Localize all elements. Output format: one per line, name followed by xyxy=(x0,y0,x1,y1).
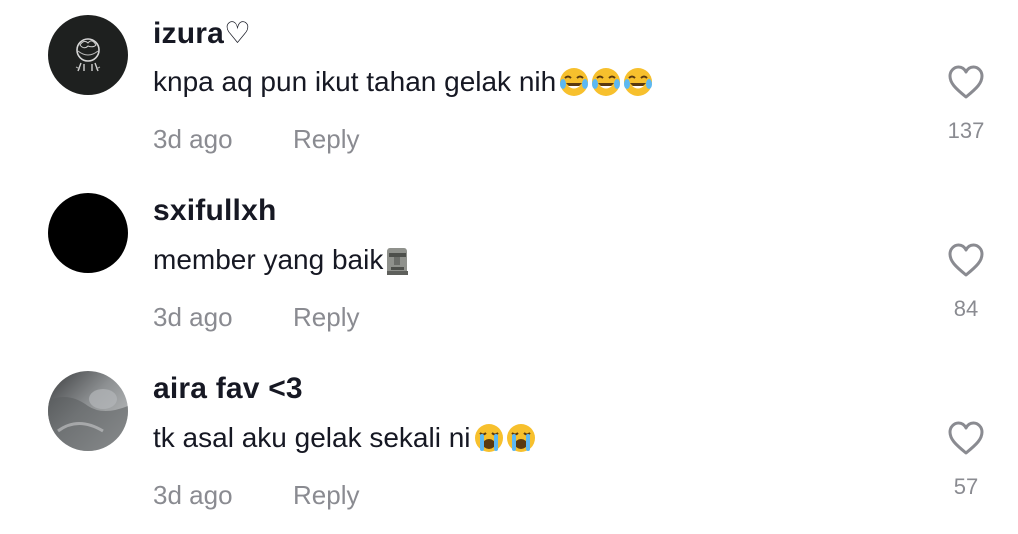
comment-text-body: member yang baik xyxy=(153,244,384,275)
comment-text: tk asal aku gelak sekali ni xyxy=(153,422,537,454)
comment-timestamp: 3d ago xyxy=(153,124,233,154)
comment-username[interactable]: aira fav <3 xyxy=(153,372,303,406)
comment-username[interactable]: sxifullxh xyxy=(153,194,277,228)
comment-meta: 3d ago Reply xyxy=(153,480,359,511)
comment-meta: 3d ago Reply xyxy=(153,302,359,333)
like-control: 84 xyxy=(928,242,1004,322)
reply-button[interactable]: Reply xyxy=(293,124,359,155)
avatar-image-dark-sketch xyxy=(48,15,128,95)
moai-icon xyxy=(387,248,409,275)
emoji-group xyxy=(558,66,654,98)
avatar[interactable] xyxy=(48,15,128,95)
like-count: 137 xyxy=(947,118,985,143)
comment-text: knpa aq pun ikut tahan gelak nih xyxy=(153,66,654,98)
like-control: 57 xyxy=(928,420,1004,500)
comment-item: aira fav <3 tk asal aku gelak sekali ni … xyxy=(0,356,1018,534)
comment-meta: 3d ago Reply xyxy=(153,124,359,155)
heart-outline-icon[interactable] xyxy=(947,420,985,456)
comment-text: member yang baik xyxy=(153,244,411,276)
emoji-group xyxy=(385,244,411,276)
like-control: 137 xyxy=(928,64,1004,144)
comment-timestamp: 3d ago xyxy=(153,302,233,332)
comment-item: sxifullxh member yang baik 3d ago Reply … xyxy=(0,178,1018,356)
like-count: 57 xyxy=(953,474,979,499)
comment-text-body: tk asal aku gelak sekali ni xyxy=(153,422,471,453)
heart-outline-icon[interactable] xyxy=(947,242,985,278)
loudly-crying-face-icon xyxy=(506,424,535,452)
face-with-tears-of-joy-icon xyxy=(592,68,621,96)
comment-username[interactable]: izura♡ xyxy=(153,16,251,51)
like-count: 84 xyxy=(953,296,979,321)
comment-text-body: knpa aq pun ikut tahan gelak nih xyxy=(153,66,557,97)
avatar[interactable] xyxy=(48,371,128,451)
emoji-group xyxy=(473,422,537,454)
reply-button[interactable]: Reply xyxy=(293,302,359,333)
avatar-image-grey-photo xyxy=(48,371,128,451)
avatar[interactable] xyxy=(48,193,128,273)
heart-outline-icon[interactable] xyxy=(947,64,985,100)
comment-timestamp: 3d ago xyxy=(153,480,233,510)
face-with-tears-of-joy-icon xyxy=(560,68,589,96)
avatar-image-black-circle xyxy=(48,193,128,273)
comment-item: izura♡ knpa aq pun ikut tahan gelak nih xyxy=(0,0,1018,178)
reply-button[interactable]: Reply xyxy=(293,480,359,511)
loudly-crying-face-icon xyxy=(474,424,503,452)
face-with-tears-of-joy-icon xyxy=(624,68,653,96)
